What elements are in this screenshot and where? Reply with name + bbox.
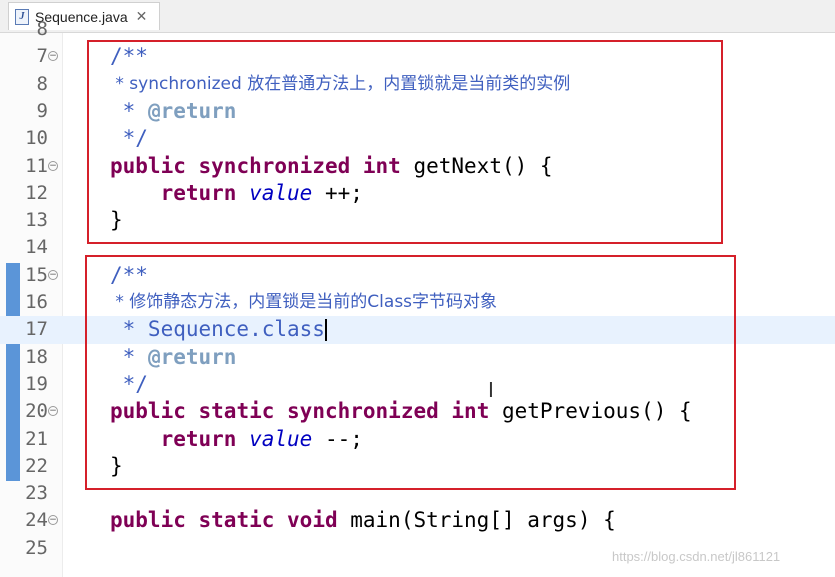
line-number: 9 [36, 99, 48, 122]
line-number: 8 [36, 18, 48, 40]
line-number: 23 [25, 482, 48, 505]
fold-toggle-icon[interactable]: − [48, 160, 58, 171]
line-number: 21 [25, 427, 48, 450]
line-number: 8 [36, 72, 48, 95]
line-number: 20 [25, 400, 48, 423]
line-number: 18 [25, 345, 48, 368]
line-number: 16 [25, 291, 48, 313]
fold-toggle-icon[interactable]: − [48, 406, 58, 417]
line-number: 11 [25, 154, 48, 177]
line-number: 22 [25, 454, 48, 477]
line-number: 14 [25, 236, 48, 259]
code-text: public static void main(String[] args) { [110, 508, 616, 533]
highlight-box-static-method [85, 255, 736, 490]
mouse-ibeam-cursor-icon: I [488, 378, 494, 402]
line-number: 13 [25, 209, 48, 232]
fold-toggle-icon[interactable]: − [48, 515, 58, 526]
highlight-box-instance-method [87, 40, 723, 244]
fold-toggle-icon[interactable]: − [48, 51, 58, 62]
line-number: 12 [25, 181, 48, 204]
line-number: 25 [25, 536, 48, 559]
line-number: 17 [25, 318, 48, 341]
line-number: 10 [25, 127, 48, 150]
line-number: 15 [25, 263, 48, 286]
line-number: 19 [25, 372, 48, 395]
code-line: 24 − public static void main(String[] ar… [0, 507, 835, 534]
code-editor[interactable]: 8 7 − /** 8 * synchronized 放在普通方法上，内置锁就是… [0, 18, 835, 577]
watermark: https://blog.csdn.net/jl861121 [612, 549, 781, 564]
fold-toggle-icon[interactable]: − [48, 269, 58, 280]
line-number: 24 [25, 509, 48, 532]
line-number: 7 [36, 45, 48, 68]
